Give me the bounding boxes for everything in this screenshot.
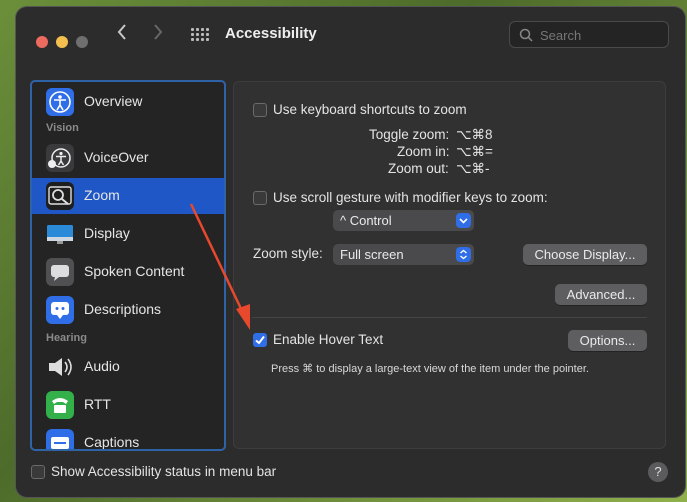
annotation-arrow [189, 203, 250, 330]
